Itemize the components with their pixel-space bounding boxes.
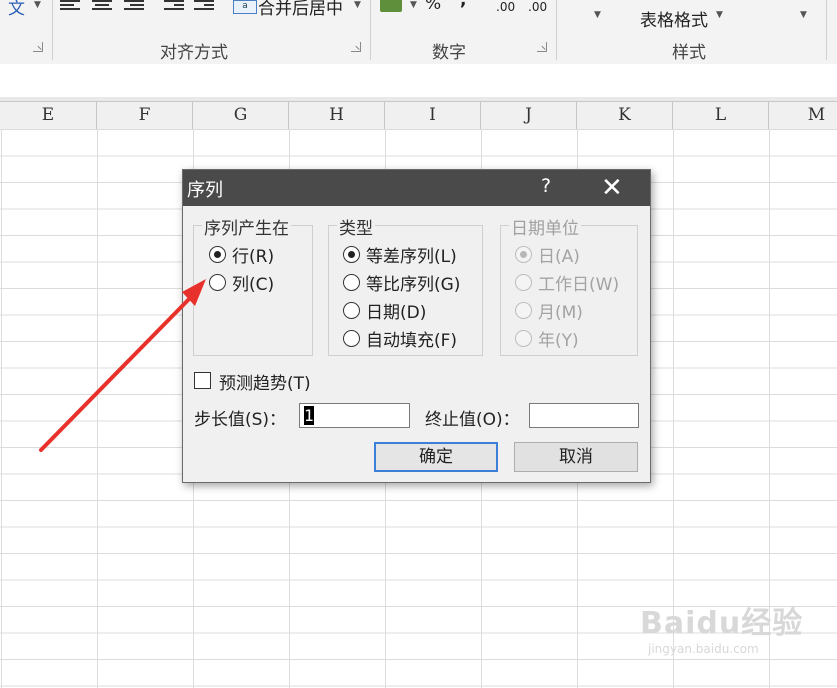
date-unit-year-option: 年(Y) — [515, 326, 579, 351]
close-icon[interactable]: ✕ — [601, 170, 623, 206]
trend-checkbox[interactable] — [194, 372, 211, 389]
radio-growth[interactable] — [343, 273, 360, 291]
series-in-rows-option[interactable]: 行(R) — [209, 242, 275, 267]
comma-style-button[interactable]: , — [460, 0, 466, 10]
dialog-title-bar[interactable]: 序列 ? ✕ — [183, 170, 650, 206]
font-group-launcher-icon[interactable] — [33, 42, 43, 52]
column-header-i[interactable]: I — [385, 102, 481, 129]
chevron-down-icon[interactable]: ▼ — [354, 0, 361, 10]
column-header-g[interactable]: G — [193, 102, 289, 129]
merge-center-button[interactable]: 合并后居中 — [258, 0, 343, 19]
radio-month — [515, 301, 532, 319]
series-in-columns-option[interactable]: 列(C) — [209, 270, 275, 295]
increase-indent-icon[interactable] — [194, 0, 214, 12]
radio-rows[interactable] — [209, 245, 226, 263]
column-header-l[interactable]: L — [673, 102, 769, 129]
radio-date-label: 日期(D) — [366, 302, 427, 323]
watermark-sub: jingyan.baidu.com — [648, 642, 759, 656]
radio-rows-label: 行(R) — [232, 246, 275, 267]
group-divider — [556, 0, 557, 60]
wrap-text-fragment[interactable]: 文 — [8, 0, 25, 19]
decrease-decimal-button[interactable]: .00 — [528, 0, 547, 14]
currency-format-icon[interactable] — [380, 0, 402, 12]
cancel-button[interactable]: 取消 — [514, 442, 638, 472]
increase-decimal-button[interactable]: .00 — [496, 0, 515, 14]
date-unit-day-option: 日(A) — [515, 242, 580, 267]
number-group-launcher-icon[interactable] — [537, 42, 547, 52]
format-as-table-button[interactable]: 表格格式 — [640, 6, 708, 31]
step-value-label: 步长值(S)： — [194, 410, 287, 430]
ribbon: 文 ▼ a 合并后居中 ▼ 对齐方式 ▼ % , .00 .00 数字 ▼ 表格… — [0, 0, 837, 65]
radio-columns[interactable] — [209, 273, 226, 291]
align-center-icon[interactable] — [92, 0, 112, 12]
radio-year — [515, 329, 532, 347]
column-header-j[interactable]: J — [481, 102, 577, 129]
series-in-group: 序列产生在 行(R) 列(C) — [193, 214, 313, 356]
stop-value-label: 终止值(O)： — [425, 410, 520, 430]
align-right-icon[interactable] — [124, 0, 144, 12]
column-header-f[interactable]: F — [97, 102, 193, 129]
column-header-k[interactable]: K — [577, 102, 673, 129]
percent-style-button[interactable]: % — [425, 0, 441, 14]
decrease-indent-icon[interactable] — [164, 0, 184, 12]
ok-button[interactable]: 确定 — [374, 442, 498, 472]
column-header-m[interactable]: M — [769, 102, 837, 129]
styles-group-label: 样式 — [672, 43, 706, 63]
date-unit-legend: 日期单位 — [509, 214, 581, 239]
chevron-down-icon[interactable]: ▼ — [34, 0, 41, 10]
radio-columns-label: 列(C) — [232, 274, 275, 295]
date-unit-weekday-option: 工作日(W) — [515, 270, 620, 295]
chevron-down-icon[interactable]: ▼ — [410, 0, 417, 10]
formula-bar[interactable] — [0, 64, 837, 98]
number-group-label: 数字 — [432, 43, 466, 63]
merge-center-icon[interactable]: a — [233, 0, 257, 14]
radio-weekday-label: 工作日(W) — [538, 274, 620, 295]
type-date-option[interactable]: 日期(D) — [343, 298, 427, 323]
column-header-h[interactable]: H — [289, 102, 385, 129]
help-icon[interactable]: ? — [541, 175, 551, 197]
radio-autofill[interactable] — [343, 329, 360, 347]
radio-date[interactable] — [343, 301, 360, 319]
type-linear-option[interactable]: 等差序列(L) — [343, 242, 457, 267]
series-dialog: 序列 ? ✕ 序列产生在 行(R) 列(C) 类型 等差序列(L) 等比序列(G… — [182, 169, 651, 483]
align-left-icon[interactable] — [60, 0, 80, 12]
group-divider — [52, 0, 53, 60]
type-legend: 类型 — [337, 214, 375, 239]
type-group: 类型 等差序列(L) 等比序列(G) 日期(D) 自动填充(F) — [328, 214, 483, 356]
column-header-e[interactable]: E — [0, 102, 97, 129]
stop-value-input[interactable] — [529, 403, 639, 428]
chevron-down-icon[interactable]: ▼ — [800, 10, 807, 20]
chevron-down-icon[interactable]: ▼ — [594, 10, 601, 20]
radio-day — [515, 245, 532, 263]
step-value-text: 1 — [304, 406, 314, 425]
step-value-input[interactable]: 1 — [299, 403, 410, 428]
watermark-main: Baidu经验 — [640, 606, 804, 641]
radio-linear-label: 等差序列(L) — [366, 246, 457, 267]
type-autofill-option[interactable]: 自动填充(F) — [343, 326, 458, 351]
date-unit-group: 日期单位 日(A) 工作日(W) 月(M) 年(Y) — [500, 214, 638, 356]
type-growth-option[interactable]: 等比序列(G) — [343, 270, 461, 295]
radio-growth-label: 等比序列(G) — [366, 274, 461, 295]
group-divider — [826, 0, 827, 60]
trend-label: 预测趋势(T) — [219, 374, 311, 394]
chevron-down-icon[interactable]: ▼ — [716, 10, 723, 20]
alignment-group-label: 对齐方式 — [160, 43, 228, 63]
radio-month-label: 月(M) — [538, 302, 583, 323]
radio-year-label: 年(Y) — [538, 330, 579, 351]
alignment-group-launcher-icon[interactable] — [351, 42, 361, 52]
group-divider — [370, 0, 371, 60]
column-header-row: E F G H I J K L M — [0, 102, 837, 130]
radio-autofill-label: 自动填充(F) — [366, 330, 458, 351]
date-unit-month-option: 月(M) — [515, 298, 583, 323]
radio-linear[interactable] — [343, 245, 360, 263]
radio-weekday — [515, 273, 532, 291]
series-in-legend: 序列产生在 — [202, 214, 291, 239]
baidu-watermark: Baidu经验 jingyan.baidu.com — [640, 598, 803, 656]
dialog-title: 序列 — [187, 180, 223, 201]
radio-day-label: 日(A) — [538, 246, 580, 267]
